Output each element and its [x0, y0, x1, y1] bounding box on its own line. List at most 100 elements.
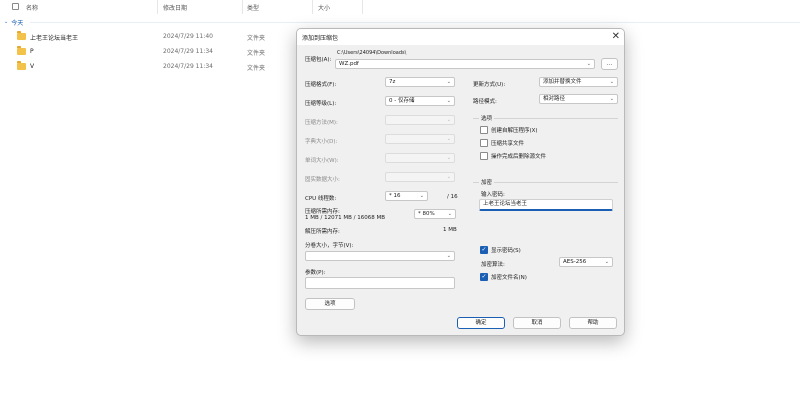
column-header-type[interactable]: 类型	[247, 0, 259, 14]
file-type: 文件夹	[247, 50, 266, 57]
chevron-down-icon: ⌄	[446, 98, 451, 104]
level-select[interactable]: 0 - 仅存储 ⌄	[385, 96, 455, 106]
chevron-down-icon: ⌄	[447, 211, 452, 217]
file-date: 2024/7/29 11:34	[163, 48, 213, 55]
cpu-threads-max: / 16	[447, 194, 458, 200]
show-password-label: 显示密码(S)	[491, 248, 521, 254]
memory-detail: 1 MB / 12071 MB / 16068 MB	[305, 215, 385, 221]
chevron-down-icon: ⌄	[446, 155, 451, 161]
archive-name-combo[interactable]: WZ.pdf ⌄	[335, 59, 595, 69]
encryption-method-value: AES-256	[563, 259, 587, 265]
file-type: 文件夹	[247, 65, 266, 72]
create-sfx-checkbox[interactable]	[480, 126, 488, 134]
split-size-combo[interactable]: ⌄	[305, 251, 455, 261]
cancel-button[interactable]: 取消	[513, 317, 561, 329]
chevron-down-icon: ⌄	[586, 61, 591, 67]
show-password-checkbox[interactable]	[480, 246, 488, 254]
chevron-down-icon: ⌄	[604, 259, 609, 265]
group-header-today[interactable]: ⌄ 今天	[4, 17, 23, 27]
file-type: 文件夹	[247, 35, 266, 42]
column-divider[interactable]	[157, 0, 158, 14]
archive-folder-path: C:\Users\24094\Downloads\	[337, 50, 407, 56]
format-value: 7z	[389, 79, 396, 85]
path-mode-label: 路径模式:	[473, 99, 497, 105]
options-group-divider	[473, 118, 618, 119]
file-name: 上老王论坛当老王	[30, 35, 79, 42]
format-select[interactable]: 7z ⌄	[385, 77, 455, 87]
encryption-method-select[interactable]: AES-256 ⌄	[559, 257, 613, 267]
compress-shared-checkbox[interactable]	[480, 139, 488, 147]
chevron-down-icon: ⌄	[419, 193, 424, 199]
encryption-method-label: 加密算法:	[481, 262, 505, 268]
path-mode-select[interactable]: 相对路径 ⌄	[539, 94, 618, 104]
column-header-name[interactable]: 名称	[26, 0, 38, 14]
dictionary-select: ⌄	[385, 134, 455, 144]
word-size-label: 单词大小(W):	[305, 158, 339, 164]
options-button[interactable]: 选项	[305, 298, 355, 310]
dialog-titlebar[interactable]: 添加到压缩包 ✕	[297, 29, 624, 45]
browse-button[interactable]: ...	[601, 58, 618, 70]
format-label: 压缩格式(F):	[305, 82, 337, 88]
column-divider[interactable]	[312, 0, 313, 14]
close-icon[interactable]: ✕	[612, 30, 620, 43]
cpu-threads-value: * 16	[389, 193, 401, 199]
chevron-down-icon: ⌄	[609, 96, 614, 102]
folder-icon	[17, 31, 26, 40]
update-mode-label: 更新方式(U):	[473, 82, 506, 88]
create-sfx-label: 创建自解压程序(X)	[491, 128, 538, 134]
decompress-memory-label: 解压所需内存:	[305, 229, 340, 235]
cpu-threads-select[interactable]: * 16 ⌄	[385, 191, 428, 201]
column-header-size[interactable]: 大小	[318, 0, 330, 14]
memory-label: 压缩所需内存:	[305, 209, 340, 215]
folder-icon	[17, 46, 26, 55]
select-all-checkbox[interactable]	[12, 3, 19, 10]
encrypt-names-label: 加密文件名(N)	[491, 275, 527, 281]
update-mode-value: 添加并替换文件	[543, 79, 582, 85]
password-value: 上老王论坛当老王	[483, 201, 528, 207]
method-select: ⌄	[385, 115, 455, 125]
column-header-date[interactable]: 修改日期	[163, 0, 187, 14]
add-to-archive-dialog: 添加到压缩包 ✕ 压缩包(A): C:\Users\24094\Download…	[296, 28, 625, 336]
chevron-down-icon: ⌄	[446, 253, 451, 259]
chevron-down-icon: ⌄	[446, 117, 451, 123]
memory-usage-value: * 80%	[418, 211, 435, 217]
password-label: 输入密码:	[481, 192, 505, 198]
decompress-memory-value: 1 MB	[443, 227, 457, 233]
folder-icon	[17, 61, 26, 70]
parameters-label: 参数(P):	[305, 270, 326, 276]
chevron-down-icon: ⌄	[609, 79, 614, 85]
solid-size-select: ⌄	[385, 172, 455, 182]
chevron-down-icon: ⌄	[446, 136, 451, 142]
group-label: 今天	[11, 19, 24, 27]
column-divider[interactable]	[362, 0, 363, 14]
method-label: 压缩方法(M):	[305, 120, 338, 126]
encrypt-names-checkbox[interactable]	[480, 273, 488, 281]
encryption-group-label: 加密	[479, 178, 495, 186]
dialog-title: 添加到压缩包	[302, 35, 339, 42]
delete-after-checkbox[interactable]	[480, 152, 488, 160]
parameters-input[interactable]	[305, 277, 455, 289]
file-date: 2024/7/29 11:40	[163, 33, 213, 40]
level-value: 0 - 仅存储	[389, 98, 415, 104]
ok-button[interactable]: 确定	[457, 317, 505, 329]
update-mode-select[interactable]: 添加并替换文件 ⌄	[539, 77, 618, 87]
level-label: 压缩等级(L):	[305, 101, 337, 107]
file-name: P	[30, 48, 34, 55]
column-divider[interactable]	[242, 0, 243, 14]
password-input[interactable]: 上老王论坛当老王	[479, 199, 613, 211]
archive-label: 压缩包(A):	[305, 57, 332, 63]
memory-usage-select[interactable]: * 80% ⌄	[414, 209, 456, 219]
compress-shared-label: 压缩共享文件	[491, 141, 525, 147]
chevron-down-icon: ⌄	[446, 79, 451, 85]
archive-name-value: WZ.pdf	[339, 61, 359, 67]
dictionary-label: 字典大小(D):	[305, 139, 338, 145]
solid-size-label: 固实数据大小:	[305, 177, 340, 183]
file-date: 2024/7/29 11:34	[163, 63, 213, 70]
file-name: V	[30, 63, 35, 70]
options-group-label: 选项	[479, 114, 495, 122]
cpu-threads-label: CPU 线程数:	[305, 196, 337, 202]
chevron-down-icon: ⌄	[446, 174, 451, 180]
chevron-down-icon: ⌄	[4, 19, 9, 25]
delete-after-label: 操作完成后删除源文件	[491, 154, 547, 160]
help-button[interactable]: 帮助	[569, 317, 617, 329]
